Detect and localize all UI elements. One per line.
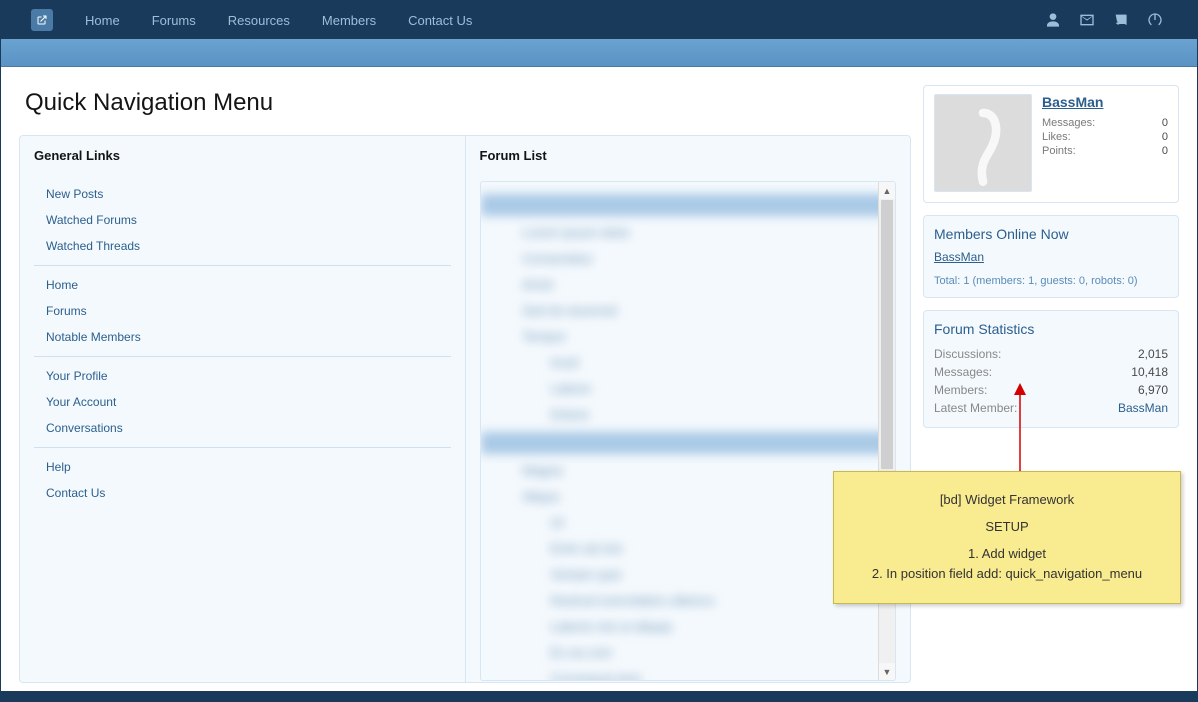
stat-label: Members: <box>934 383 987 397</box>
link-your-account[interactable]: Your Account <box>46 389 451 415</box>
stat-label: Discussions: <box>934 347 1001 361</box>
callout-step2: 2. In position field add: quick_navigati… <box>848 564 1166 585</box>
members-online-block: Members Online Now BassMan Total: 1 (mem… <box>923 215 1179 298</box>
scroll-thumb[interactable] <box>881 200 893 469</box>
link-watched-threads[interactable]: Watched Threads <box>46 233 451 259</box>
stat-value: 6,970 <box>1138 383 1168 397</box>
callout-subtitle: SETUP <box>848 517 1166 538</box>
logo-icon[interactable] <box>31 9 53 31</box>
stat-latest-member: Latest Member: BassMan <box>934 399 1168 417</box>
stat-label: Messages: <box>1042 117 1095 129</box>
nav-resources[interactable]: Resources <box>214 3 304 38</box>
nav-right-icons <box>1039 6 1189 34</box>
forum-list-scroll[interactable]: Lorem ipsum dolor Consectetur Amet Sed d… <box>480 181 897 681</box>
stat-label: Points: <box>1042 145 1076 157</box>
stat-value: 0 <box>1162 145 1168 157</box>
link-contact-us[interactable]: Contact Us <box>46 480 451 506</box>
nav-forums[interactable]: Forums <box>138 3 210 38</box>
latest-member-link[interactable]: BassMan <box>1118 401 1168 415</box>
nav-members[interactable]: Members <box>308 3 390 38</box>
scroll-down-arrow[interactable]: ▼ <box>879 663 895 680</box>
nav-links: Home Forums Resources Members Contact Us <box>71 3 486 38</box>
forum-stats-heading: Forum Statistics <box>934 321 1168 337</box>
scroll-up-arrow[interactable]: ▲ <box>879 182 895 199</box>
online-member-link[interactable]: BassMan <box>934 250 1168 264</box>
link-conversations[interactable]: Conversations <box>46 415 451 441</box>
callout-step1: 1. Add widget <box>848 544 1166 565</box>
user-icon[interactable] <box>1039 6 1067 34</box>
link-forums[interactable]: Forums <box>46 298 451 324</box>
forum-list-heading: Forum List <box>480 148 897 163</box>
stat-value: 0 <box>1162 117 1168 129</box>
callout-title: [bd] Widget Framework <box>848 490 1166 511</box>
stat-value: 2,015 <box>1138 347 1168 361</box>
link-new-posts[interactable]: New Posts <box>46 181 451 207</box>
link-notable-members[interactable]: Notable Members <box>46 324 451 350</box>
avatar[interactable] <box>934 94 1032 192</box>
stat-messages: Messages: 0 <box>1042 116 1168 130</box>
link-your-profile[interactable]: Your Profile <box>46 363 451 389</box>
link-home[interactable]: Home <box>46 272 451 298</box>
forum-list-blurred-content: Lorem ipsum dolor Consectetur Amet Sed d… <box>481 182 896 681</box>
stat-label: Likes: <box>1042 131 1071 143</box>
annotation-callout: [bd] Widget Framework SETUP 1. Add widge… <box>833 471 1181 604</box>
stat-label: Messages: <box>934 365 992 379</box>
stat-likes: Likes: 0 <box>1042 130 1168 144</box>
members-online-heading: Members Online Now <box>934 226 1168 242</box>
stat-value: 10,418 <box>1131 365 1168 379</box>
alerts-icon[interactable] <box>1107 6 1135 34</box>
online-total: Total: 1 (members: 1, guests: 0, robots:… <box>934 275 1138 287</box>
logout-icon[interactable] <box>1141 6 1169 34</box>
general-links-heading: General Links <box>34 148 451 163</box>
stat-members-total: Members: 6,970 <box>934 381 1168 399</box>
stat-value: 0 <box>1162 131 1168 143</box>
stat-messages-total: Messages: 10,418 <box>934 363 1168 381</box>
nav-contact[interactable]: Contact Us <box>394 3 486 38</box>
nav-home[interactable]: Home <box>71 3 134 38</box>
general-links-list: New Posts Watched Forums Watched Threads… <box>34 181 451 506</box>
stat-label: Latest Member: <box>934 401 1017 415</box>
visitor-username[interactable]: BassMan <box>1042 94 1168 110</box>
scrollbar[interactable]: ▲ ▼ <box>878 182 895 680</box>
link-help[interactable]: Help <box>46 454 451 480</box>
visitor-panel: BassMan Messages: 0 Likes: 0 Points: 0 <box>923 85 1179 203</box>
quick-nav-panel: General Links New Posts Watched Forums W… <box>19 135 911 683</box>
inbox-icon[interactable] <box>1073 6 1101 34</box>
subnav-bar <box>1 39 1197 67</box>
link-watched-forums[interactable]: Watched Forums <box>46 207 451 233</box>
navbar: Home Forums Resources Members Contact Us <box>1 1 1197 39</box>
page-title: Quick Navigation Menu <box>25 89 911 117</box>
forum-statistics-block: Forum Statistics Discussions: 2,015 Mess… <box>923 310 1179 428</box>
stat-discussions: Discussions: 2,015 <box>934 345 1168 363</box>
bottom-bar <box>1 691 1197 701</box>
stat-points: Points: 0 <box>1042 144 1168 158</box>
